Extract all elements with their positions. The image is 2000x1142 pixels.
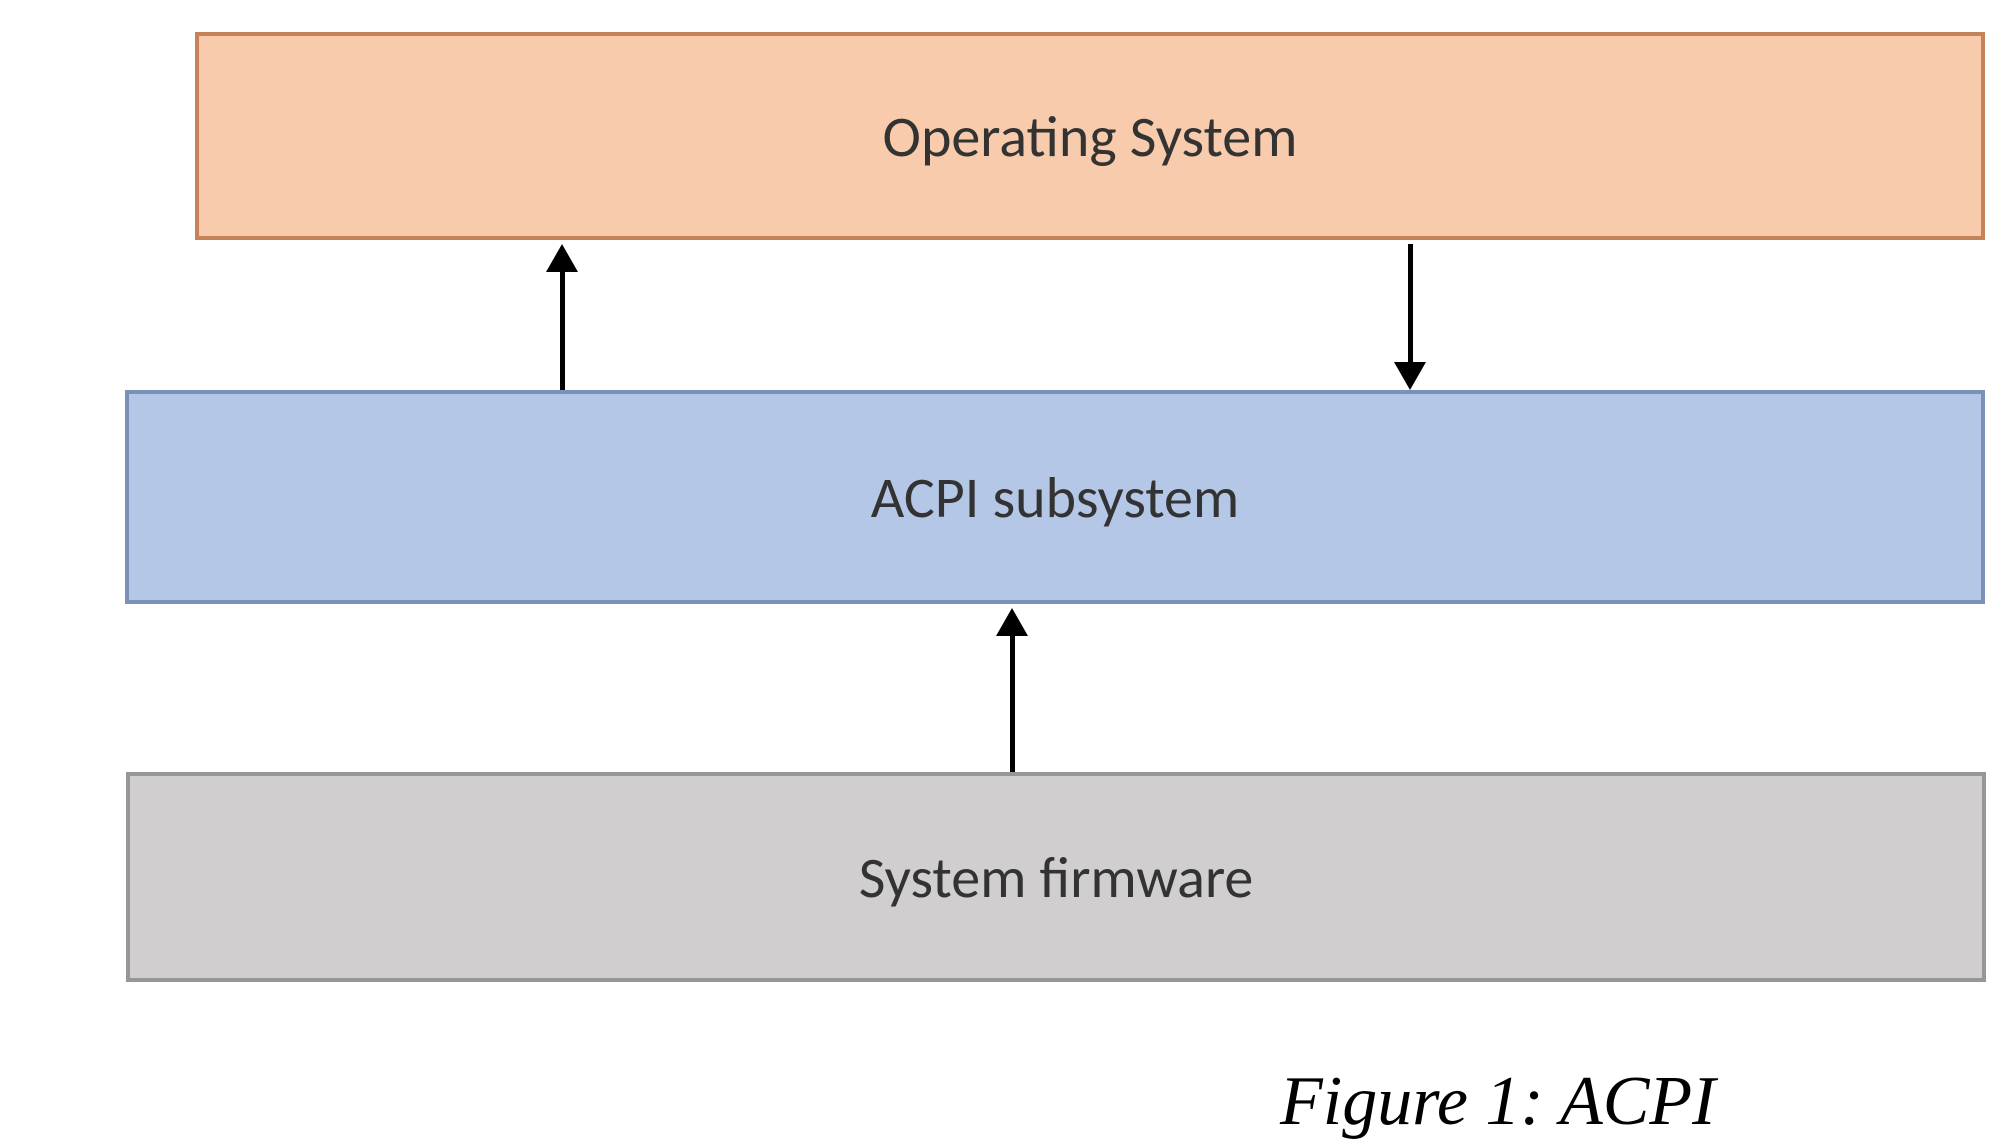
box-system-firmware: System firmware <box>126 772 1986 982</box>
figure-caption: Figure 1: ACPI <box>1280 1062 1715 1142</box>
box-firmware-label: System firmware <box>859 842 1254 913</box>
box-os-label: Operating System <box>883 101 1298 172</box>
box-acpi-label: ACPI subsystem <box>871 462 1239 533</box>
diagram-container: Operating System ACPI subsystem System f… <box>0 0 2000 1132</box>
box-operating-system: Operating System <box>195 32 1985 240</box>
box-acpi-subsystem: ACPI subsystem <box>125 390 1985 604</box>
